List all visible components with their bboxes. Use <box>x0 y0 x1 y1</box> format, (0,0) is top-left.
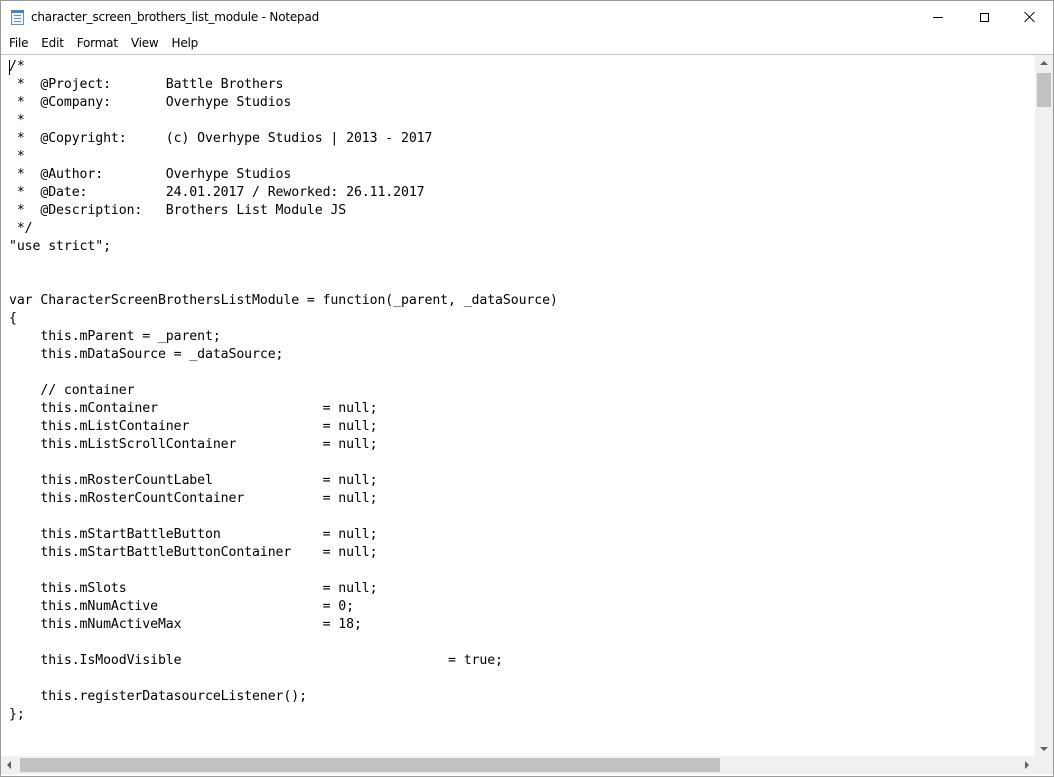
vertical-scrollbar[interactable] <box>1035 54 1053 757</box>
notepad-window: character_screen_brothers_list_module - … <box>0 0 1054 777</box>
menu-file[interactable]: File <box>1 33 34 53</box>
notepad-icon[interactable] <box>11 10 24 25</box>
minimize-icon <box>933 16 943 18</box>
scroll-down-arrow-icon[interactable] <box>1035 740 1053 757</box>
scrollbar-corner <box>1035 756 1053 774</box>
scroll-right-arrow-icon[interactable] <box>1018 756 1035 774</box>
menu-bar: File Edit Format View Help <box>1 33 1053 53</box>
maximize-button[interactable] <box>961 1 1007 33</box>
text-caret <box>9 60 10 75</box>
vertical-scroll-thumb[interactable] <box>1037 73 1051 107</box>
scroll-left-arrow-icon[interactable] <box>1 756 18 774</box>
window-title: character_screen_brothers_list_module - … <box>31 10 320 24</box>
title-bar[interactable]: character_screen_brothers_list_module - … <box>1 1 1053 33</box>
scroll-up-arrow-icon[interactable] <box>1035 55 1053 72</box>
minimize-button[interactable] <box>915 1 961 33</box>
close-button[interactable] <box>1007 1 1053 33</box>
horizontal-scroll-thumb[interactable] <box>20 758 720 772</box>
menu-format[interactable]: Format <box>70 33 124 53</box>
menu-view[interactable]: View <box>124 33 165 53</box>
text-editor[interactable]: /* * @Project: Battle Brothers * @Compan… <box>1 54 1035 756</box>
close-icon <box>1024 11 1036 23</box>
menu-edit[interactable]: Edit <box>34 33 69 53</box>
document-text[interactable]: /* * @Project: Battle Brothers * @Compan… <box>1 55 1035 724</box>
menu-help[interactable]: Help <box>165 33 205 53</box>
horizontal-scrollbar[interactable] <box>1 756 1035 774</box>
maximize-icon <box>979 12 989 22</box>
